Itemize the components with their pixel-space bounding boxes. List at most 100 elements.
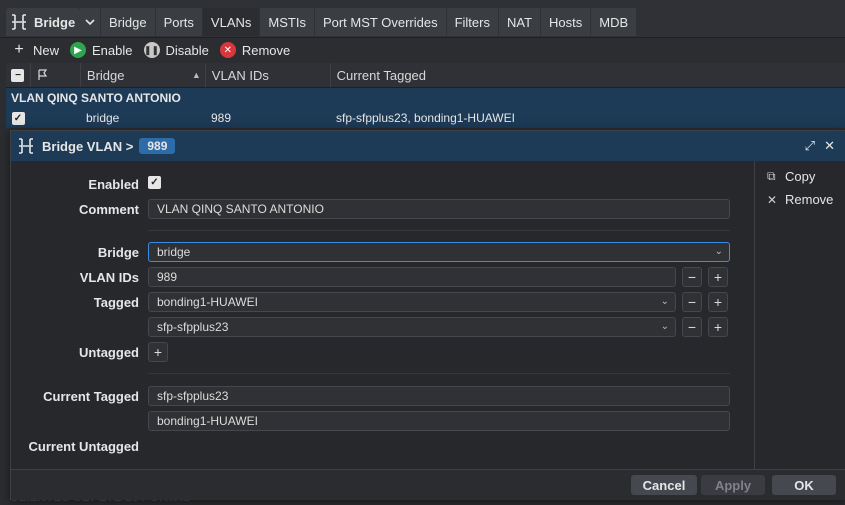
cancel-button[interactable]: Cancel xyxy=(631,475,697,495)
tagged-value-2: sfp-sfpplus23 xyxy=(157,320,229,334)
column-header-vlan-ids[interactable]: VLAN IDs xyxy=(206,63,331,87)
dialog-title: Bridge VLAN > xyxy=(42,138,134,154)
divider xyxy=(148,230,730,231)
chevron-down-icon: ⌄ xyxy=(660,321,669,332)
remove-tagged-2-button[interactable]: − xyxy=(682,317,702,337)
row-vlan-ids-cell: 989 xyxy=(211,111,232,125)
current-tagged-text-2: bonding1-HUAWEI xyxy=(157,414,258,428)
comment-field[interactable]: VLAN QINQ SANTO ANTONIO xyxy=(148,199,730,219)
current-tagged-text-1: sfp-sfpplus23 xyxy=(157,389,229,403)
column-header-current-tagged[interactable]: Current Tagged xyxy=(331,63,845,87)
ok-button[interactable]: OK xyxy=(772,475,836,495)
bridge-logo-icon xyxy=(12,14,26,30)
app-title-label: Bridge xyxy=(34,14,76,30)
group-row[interactable]: VLAN QINQ SANTO ANTONIO xyxy=(6,88,845,108)
add-tagged-1-button[interactable]: + xyxy=(708,292,728,312)
disable-label: Disable xyxy=(165,42,209,58)
column-header-bridge-label: Bridge xyxy=(86,67,125,83)
checkbox-icon: ✓ xyxy=(148,176,161,189)
dialog-header: Bridge VLAN > 989 ⤢ ✕ xyxy=(11,131,845,161)
flag-icon xyxy=(38,69,48,80)
untagged-label: Untagged xyxy=(79,345,139,360)
chevron-down-icon xyxy=(85,19,95,26)
new-label: New xyxy=(33,42,60,58)
select-all-checkbox[interactable]: − xyxy=(6,63,31,87)
column-header-bridge[interactable]: Bridge ▲ xyxy=(81,63,206,87)
remove-label: Remove xyxy=(241,42,291,58)
current-tagged-value-2: bonding1-HUAWEI xyxy=(148,411,730,431)
pause-icon: ❚❚ xyxy=(143,42,160,58)
bridge-vlan-dialog: Bridge VLAN > 989 ⤢ ✕ Enabled ✓ Comment … xyxy=(10,130,845,500)
add-tagged-2-button[interactable]: + xyxy=(708,317,728,337)
tagged-value-1: bonding1-HUAWEI xyxy=(157,295,258,309)
comment-label: Comment xyxy=(79,202,139,217)
expand-icon[interactable]: ⤢ xyxy=(805,138,815,154)
tab-bridge[interactable]: Bridge xyxy=(101,8,155,36)
dialog-sidebar: ⧉ Copy ✕ Remove xyxy=(754,161,845,469)
tab-bar: Bridge Ports VLANs MSTIs Port MST Overri… xyxy=(101,8,637,36)
table-row[interactable]: ✓ bridge 989 sfp-sfpplus23, bonding1-HUA… xyxy=(6,108,845,128)
current-tagged-value-1: sfp-sfpplus23 xyxy=(148,386,730,406)
vlan-table: − Bridge ▲ VLAN IDs Current Tagged VLAN … xyxy=(6,63,845,128)
remove-vlan-id-button[interactable]: − xyxy=(682,267,702,287)
remove-icon: ✕ xyxy=(767,192,778,207)
top-bar: Bridge Bridge Ports VLANs MSTIs Port MST… xyxy=(0,0,845,38)
tab-port-mst-overrides[interactable]: Port MST Overrides xyxy=(314,8,446,36)
copy-label: Copy xyxy=(785,169,816,184)
tab-vlans[interactable]: VLANs xyxy=(202,8,260,36)
play-icon: ▶ xyxy=(70,42,87,58)
apply-button[interactable]: Apply xyxy=(701,475,765,495)
side-remove-label: Remove xyxy=(785,192,834,207)
enabled-checkbox[interactable]: ✓ xyxy=(148,176,161,189)
bridge-logo-icon xyxy=(19,138,33,154)
menu-dropdown-button[interactable] xyxy=(80,8,100,36)
minus-icon: − xyxy=(687,294,697,310)
close-icon[interactable]: ✕ xyxy=(824,138,835,154)
chevron-down-icon: ⌄ xyxy=(714,246,723,257)
plus-icon: + xyxy=(14,41,24,58)
tab-nat[interactable]: NAT xyxy=(498,8,541,36)
enable-button[interactable]: ▶ Enable xyxy=(70,42,133,58)
tagged-select-2[interactable]: sfp-sfpplus23 ⌄ xyxy=(148,317,676,337)
plus-icon: + xyxy=(713,294,723,310)
current-tagged-label: Current Tagged xyxy=(43,389,139,404)
tab-mdb[interactable]: MDB xyxy=(591,8,637,36)
comment-value: VLAN QINQ SANTO ANTONIO xyxy=(157,202,324,216)
enable-label: Enable xyxy=(92,42,133,58)
remove-button[interactable]: ✕ Remove xyxy=(219,42,291,58)
tab-filters[interactable]: Filters xyxy=(446,8,498,36)
tab-mstis[interactable]: MSTIs xyxy=(260,8,314,36)
tab-ports[interactable]: Ports xyxy=(155,8,202,36)
copy-icon: ⧉ xyxy=(767,169,776,183)
plus-icon: + xyxy=(153,344,163,360)
tab-hosts[interactable]: Hosts xyxy=(541,8,591,36)
minus-icon: − xyxy=(687,269,697,285)
vlan-ids-label: VLAN IDs xyxy=(79,270,139,285)
row-bridge-cell: bridge xyxy=(86,111,120,125)
bridge-select[interactable]: bridge ⌄ xyxy=(148,242,730,262)
dialog-form: Enabled ✓ Comment VLAN QINQ SANTO ANTONI… xyxy=(11,161,754,469)
chevron-down-icon: ⌄ xyxy=(660,296,669,307)
remove-tagged-1-button[interactable]: − xyxy=(682,292,702,312)
bridge-value: bridge xyxy=(157,245,191,259)
sort-ascending-icon: ▲ xyxy=(191,70,201,80)
close-icon: ✕ xyxy=(219,42,236,58)
flag-column-header[interactable] xyxy=(31,63,81,87)
app-title[interactable]: Bridge xyxy=(6,8,80,36)
row-checkbox[interactable]: ✓ xyxy=(6,108,30,128)
dialog-footer: Cancel Apply OK xyxy=(11,469,845,500)
vlan-id-field[interactable]: 989 xyxy=(148,267,676,287)
add-vlan-id-button[interactable]: + xyxy=(708,267,728,287)
checkbox-icon: − xyxy=(11,68,25,82)
disable-button[interactable]: ❚❚ Disable xyxy=(143,42,209,58)
tagged-select-1[interactable]: bonding1-HUAWEI ⌄ xyxy=(148,292,676,312)
side-remove-button[interactable]: ✕ Remove xyxy=(767,192,845,207)
current-untagged-label: Current Untagged xyxy=(28,439,140,454)
vlan-id-badge: 989 xyxy=(139,138,176,154)
tagged-label: Tagged xyxy=(93,295,139,310)
table-header: − Bridge ▲ VLAN IDs Current Tagged xyxy=(6,63,845,88)
copy-button[interactable]: ⧉ Copy xyxy=(767,169,845,184)
bridge-label: Bridge xyxy=(97,245,139,260)
new-button[interactable]: + New xyxy=(11,41,60,58)
add-untagged-button[interactable]: + xyxy=(148,342,168,362)
